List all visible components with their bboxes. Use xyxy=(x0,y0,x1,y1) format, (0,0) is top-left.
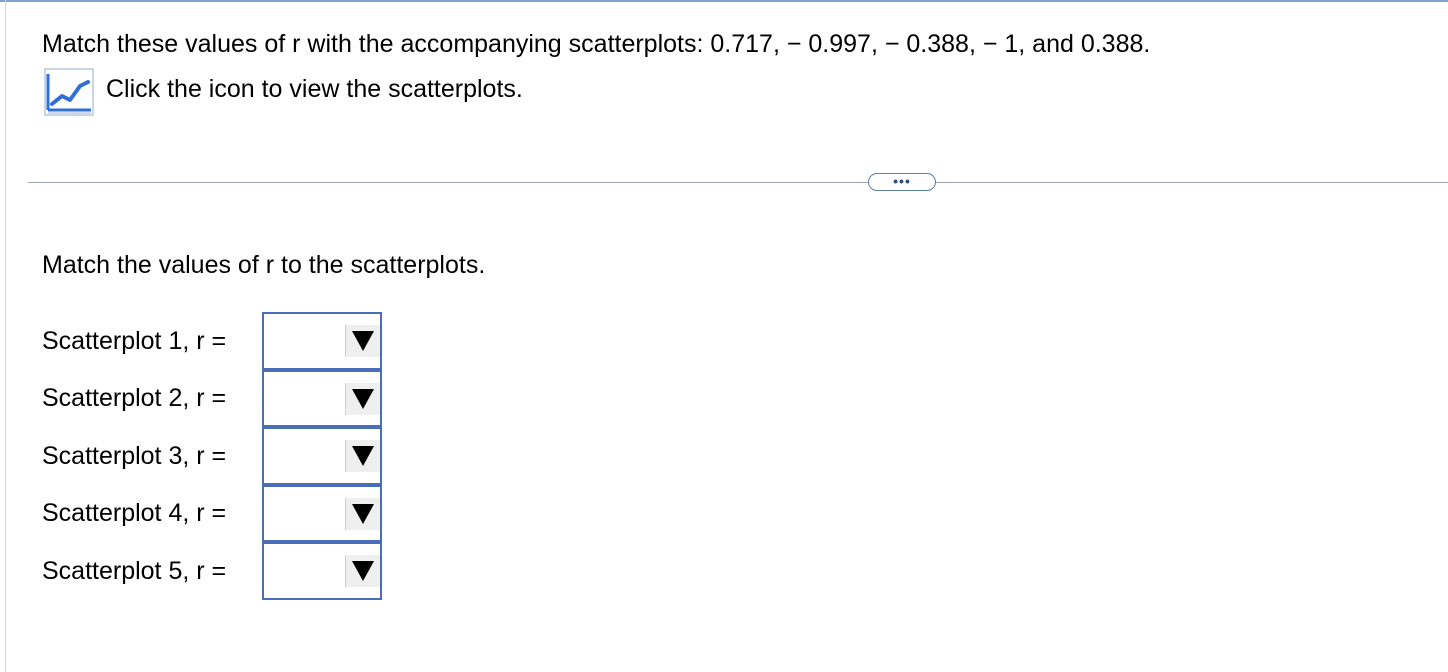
scatterplots-link[interactable]: Click the icon to view the scatterplots. xyxy=(44,68,523,118)
top-border xyxy=(0,0,1448,2)
r-value-dropdown-3[interactable] xyxy=(262,427,382,485)
match-row-1: Scatterplot 1, r = xyxy=(42,312,382,370)
triangle-down-icon xyxy=(352,446,374,466)
match-row-label: Scatterplot 1, r = xyxy=(42,326,227,355)
dropdown-arrow-button[interactable] xyxy=(345,555,380,587)
match-row-label: Scatterplot 3, r = xyxy=(42,441,227,470)
left-border xyxy=(5,0,6,672)
triangle-down-icon xyxy=(352,561,374,581)
scatterplots-link-label[interactable]: Click the icon to view the scatterplots. xyxy=(106,73,523,105)
match-row-label: Scatterplot 4, r = xyxy=(42,499,227,528)
dropdown-arrow-button[interactable] xyxy=(345,382,380,415)
match-row-4: Scatterplot 4, r = xyxy=(42,484,382,542)
triangle-down-icon xyxy=(352,503,374,524)
question-text: Match these values of r with the accompa… xyxy=(42,30,1151,58)
match-rows: Scatterplot 1, r = Scatterplot 2, r = Sc… xyxy=(42,312,382,600)
dropdown-arrow-button[interactable] xyxy=(345,440,380,472)
match-row-2: Scatterplot 2, r = xyxy=(42,369,382,427)
dropdown-arrow-button[interactable] xyxy=(345,325,380,357)
match-row-5: Scatterplot 5, r = xyxy=(42,542,382,600)
r-value-dropdown-2[interactable] xyxy=(262,369,382,427)
triangle-down-icon xyxy=(352,388,374,409)
expand-more-button[interactable]: ••• xyxy=(868,173,936,191)
chart-icon[interactable] xyxy=(44,68,94,116)
match-row-label: Scatterplot 2, r = xyxy=(42,384,227,413)
dropdown-arrow-button[interactable] xyxy=(345,497,380,530)
triangle-down-icon xyxy=(352,331,374,351)
match-row-label: Scatterplot 5, r = xyxy=(42,556,227,585)
r-value-dropdown-1[interactable] xyxy=(262,312,382,370)
r-value-dropdown-5[interactable] xyxy=(262,542,382,600)
match-row-3: Scatterplot 3, r = xyxy=(42,427,382,485)
section-divider xyxy=(28,182,1448,183)
instruction-text: Match the values of r to the scatterplot… xyxy=(42,251,486,279)
r-value-dropdown-4[interactable] xyxy=(262,484,382,542)
